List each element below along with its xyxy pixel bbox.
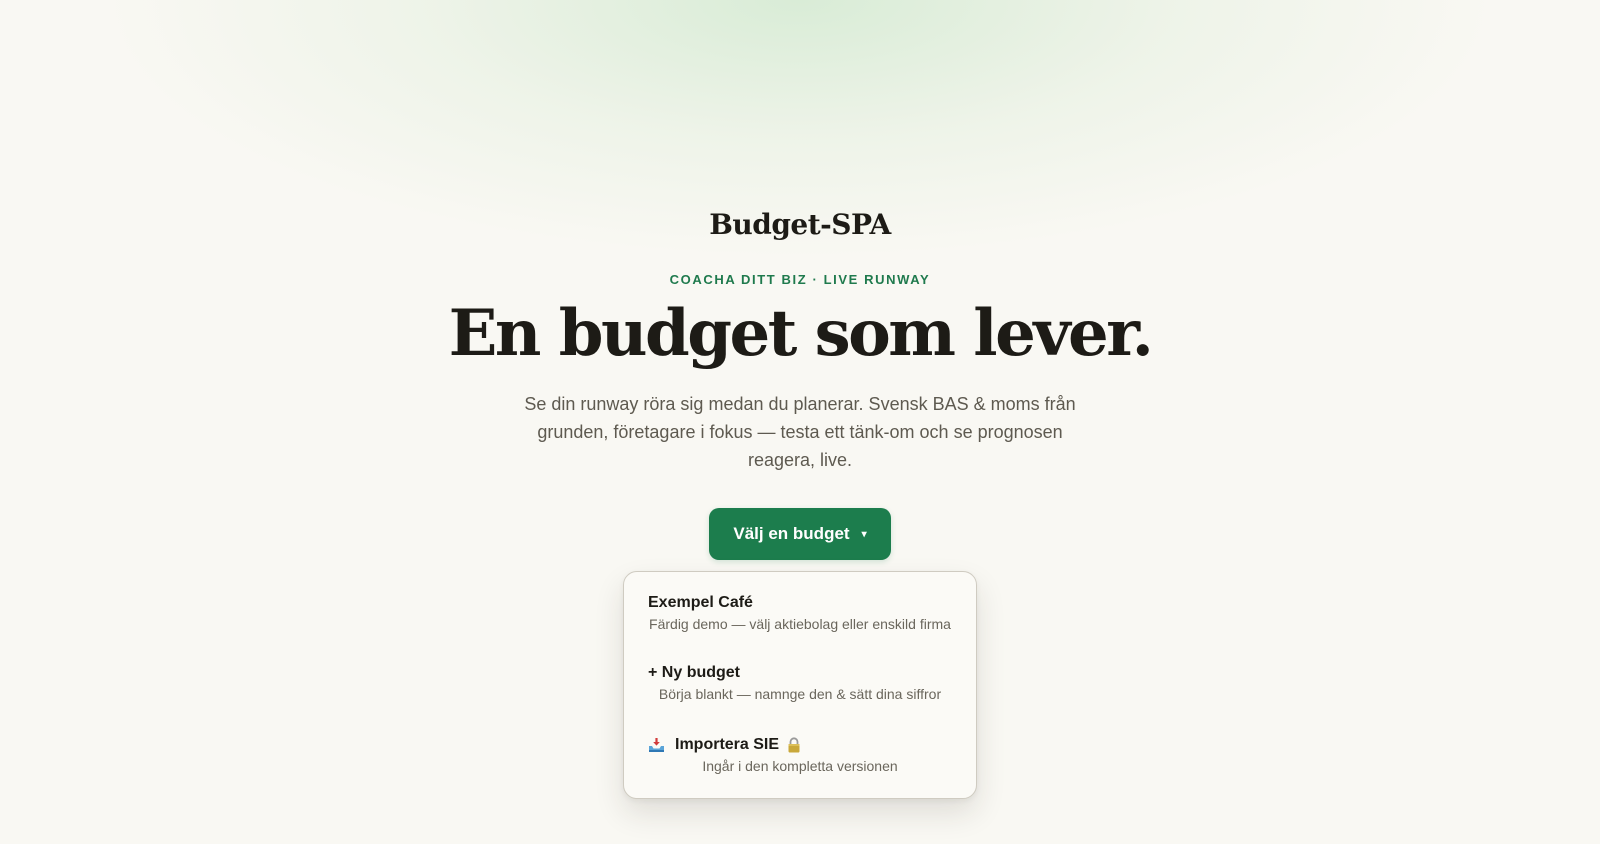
chevron-down-icon: ▾ [861, 529, 867, 540]
menu-item-description: Börja blankt — namnge den & sätt dina si… [658, 686, 942, 702]
choose-budget-button[interactable]: Välj en budget ▾ [709, 508, 891, 560]
choose-budget-label: Välj en budget [733, 524, 850, 543]
inbox-tray-icon [648, 737, 665, 753]
hero-description: Se din runway röra sig medan du planerar… [524, 394, 1076, 470]
menu-item-description: Färdig demo — välj aktiebolag eller ensk… [649, 616, 951, 632]
menu-item-title: Exempel Café [648, 594, 753, 611]
menu-item-title: + Ny budget [648, 664, 741, 681]
eyebrow-tagline: COACHA DITT BIZ · LIVE RUNWAY [669, 272, 931, 287]
menu-item-title-row: Importera SIE [648, 736, 952, 754]
lock-icon [787, 737, 801, 753]
page-title: En budget som lever. [448, 296, 1154, 371]
menu-item-new-budget[interactable]: + Ny budget Börja blankt — namnge den & … [624, 664, 976, 702]
menu-item-title: Importera SIE [675, 736, 780, 753]
menu-item-example-cafe[interactable]: Exempel Café Färdig demo — välj aktiebol… [624, 594, 976, 632]
brand-logo: Budget-SPA [709, 208, 891, 241]
budget-dropdown-menu: Exempel Café Färdig demo — välj aktiebol… [623, 571, 977, 799]
menu-item-description: Ingår i den kompletta versionen [702, 758, 898, 774]
menu-item-import-sie[interactable]: Importera SIE Ingår i den kompletta vers… [624, 736, 976, 774]
